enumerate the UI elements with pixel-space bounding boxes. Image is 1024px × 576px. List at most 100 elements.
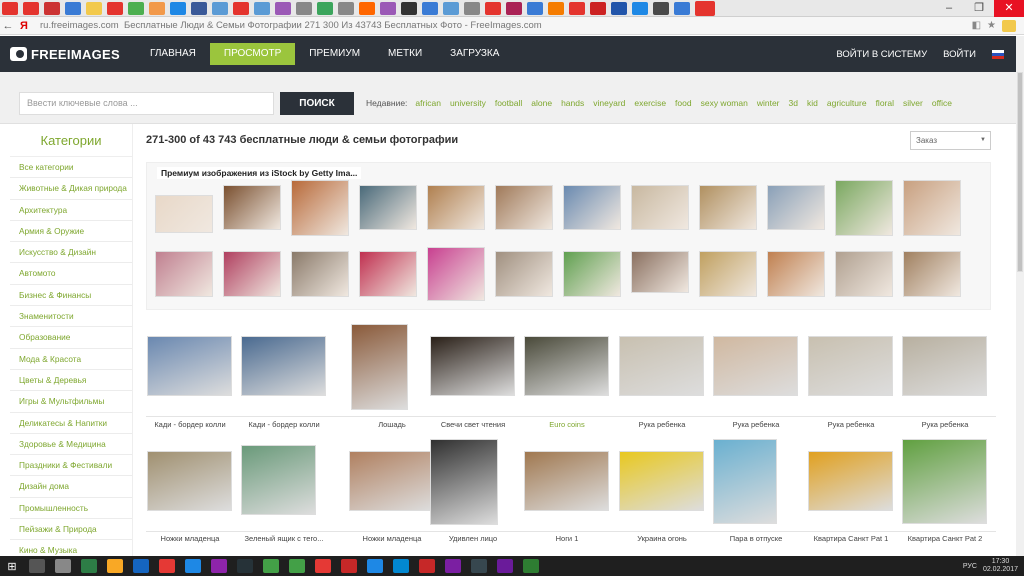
free-image-caption[interactable]: Квартира Санкт Pat 1 <box>804 534 898 543</box>
free-image-thumb[interactable] <box>241 336 326 396</box>
scrollbar-thumb[interactable] <box>1017 72 1023 272</box>
premium-image[interactable] <box>835 251 893 297</box>
close-icon[interactable]: ✕ <box>994 0 1024 17</box>
category-item[interactable]: Армия & Оружие <box>10 221 132 243</box>
taskbar-app-icon[interactable] <box>523 559 539 573</box>
premium-image[interactable] <box>291 251 349 297</box>
browser-tab[interactable] <box>128 1 144 15</box>
taskbar-app-icon[interactable] <box>159 559 175 573</box>
free-image-thumb[interactable] <box>619 336 704 396</box>
premium-image[interactable] <box>359 185 417 230</box>
browser-tab[interactable] <box>695 0 715 16</box>
premium-image[interactable] <box>767 251 825 297</box>
browser-tab[interactable] <box>338 1 354 15</box>
browser-tab[interactable] <box>149 1 165 15</box>
browser-tab[interactable] <box>380 1 396 15</box>
free-image-thumb[interactable] <box>619 451 704 511</box>
free-image-thumb[interactable] <box>713 336 798 396</box>
premium-image[interactable] <box>155 195 213 233</box>
taskbar-app-icon[interactable] <box>393 559 409 573</box>
free-image-caption[interactable]: Квартира Санкт Pat 2 <box>898 534 992 543</box>
category-item[interactable]: Цветы & Деревья <box>10 370 132 392</box>
free-image-caption[interactable]: Ножки младенца <box>345 534 439 543</box>
premium-image[interactable] <box>495 251 553 297</box>
taskbar-app-icon[interactable] <box>185 559 201 573</box>
recent-tag-link[interactable]: office <box>932 98 952 108</box>
free-image-thumb[interactable] <box>430 336 515 396</box>
free-image-caption[interactable]: Рука ребенка <box>615 420 709 429</box>
browser-tab[interactable] <box>212 1 228 15</box>
browser-tab[interactable] <box>548 1 564 15</box>
free-image-thumb[interactable] <box>147 336 232 396</box>
premium-image[interactable] <box>359 251 417 297</box>
premium-image[interactable] <box>631 251 689 293</box>
windows-start-icon[interactable]: ⊞ <box>0 560 24 573</box>
premium-image[interactable] <box>903 180 961 236</box>
nav-home[interactable]: ГЛАВНАЯ <box>136 43 210 65</box>
browser-tab[interactable] <box>422 1 438 15</box>
browser-tab[interactable] <box>359 1 375 15</box>
free-image-thumb[interactable] <box>902 336 987 396</box>
category-item[interactable]: Знаменитости <box>10 306 132 328</box>
browser-tab[interactable] <box>86 1 102 15</box>
browser-tab[interactable] <box>296 1 312 15</box>
browser-tab[interactable] <box>653 1 669 15</box>
premium-image[interactable] <box>699 251 757 297</box>
premium-image[interactable] <box>767 185 825 230</box>
taskbar-app-icon[interactable] <box>81 559 97 573</box>
free-image-thumb[interactable] <box>351 324 408 410</box>
browser-tab[interactable] <box>632 1 648 15</box>
category-item[interactable]: Животные & Дикая природа <box>10 178 132 200</box>
download-icon[interactable] <box>1002 19 1016 32</box>
premium-image[interactable] <box>563 185 621 230</box>
free-image-thumb[interactable] <box>808 336 893 396</box>
recent-tag-link[interactable]: kid <box>807 98 818 108</box>
page-scrollbar[interactable] <box>1016 36 1024 556</box>
recent-tag-link[interactable]: silver <box>903 98 923 108</box>
premium-image[interactable] <box>903 251 961 297</box>
category-item[interactable]: Пейзажи & Природа <box>10 519 132 541</box>
clock[interactable]: 17:30 02.02.2017 <box>983 558 1018 574</box>
tray-lang[interactable]: РУС <box>963 563 977 570</box>
recent-tag-link[interactable]: agriculture <box>827 98 867 108</box>
yandex-logo-icon[interactable]: Я <box>16 20 32 32</box>
browser-tab[interactable] <box>674 1 690 15</box>
taskbar-app-icon[interactable] <box>471 559 487 573</box>
browser-tab[interactable] <box>191 1 207 15</box>
recent-tag-link[interactable]: football <box>495 98 522 108</box>
free-image-thumb[interactable] <box>349 451 434 511</box>
bookmark-star-icon[interactable]: ★ <box>987 20 996 32</box>
taskbar-app-icon[interactable] <box>341 559 357 573</box>
free-image-caption[interactable]: Рука ребенка <box>898 420 992 429</box>
recent-tag-link[interactable]: sexy woman <box>701 98 748 108</box>
recent-tag-link[interactable]: university <box>450 98 486 108</box>
browser-tab[interactable] <box>569 1 585 15</box>
premium-image[interactable] <box>563 251 621 297</box>
extension-icon[interactable]: ◧ <box>972 20 981 32</box>
free-image-thumb[interactable] <box>524 451 609 511</box>
login-link[interactable]: ВОЙТИ В СИСТЕМУ <box>836 49 927 60</box>
search-input[interactable]: Ввести ключевые слова ... <box>19 92 274 115</box>
free-image-caption[interactable]: Ноги 1 <box>520 534 614 543</box>
browser-tab[interactable] <box>170 1 186 15</box>
signup-link[interactable]: ВОЙТИ <box>943 49 976 60</box>
free-image-thumb[interactable] <box>241 445 316 515</box>
category-item[interactable]: Искусство & Дизайн <box>10 242 132 264</box>
premium-image[interactable] <box>427 247 485 301</box>
free-image-caption[interactable]: Удивлен лицо <box>426 534 520 543</box>
taskbar-app-icon[interactable] <box>263 559 279 573</box>
url-text[interactable]: ru.freeimages.com Бесплатные Люди & Семь… <box>40 20 542 31</box>
free-image-caption[interactable]: Euro coins <box>520 420 614 429</box>
free-image-caption[interactable]: Свечи свет чтения <box>426 420 520 429</box>
category-item[interactable]: Мода & Красота <box>10 349 132 370</box>
nav-tags[interactable]: МЕТКИ <box>374 43 436 65</box>
browser-tab[interactable] <box>590 1 606 15</box>
recent-tag-link[interactable]: 3d <box>789 98 798 108</box>
recent-tag-link[interactable]: floral <box>876 98 894 108</box>
taskbar-app-icon[interactable] <box>419 559 435 573</box>
category-item[interactable]: Праздники & Фестивали <box>10 455 132 477</box>
sort-select[interactable]: Заказ ▼ <box>910 131 991 150</box>
browser-tab[interactable] <box>107 1 123 15</box>
browser-tab[interactable] <box>275 1 291 15</box>
browser-tab[interactable] <box>506 1 522 15</box>
